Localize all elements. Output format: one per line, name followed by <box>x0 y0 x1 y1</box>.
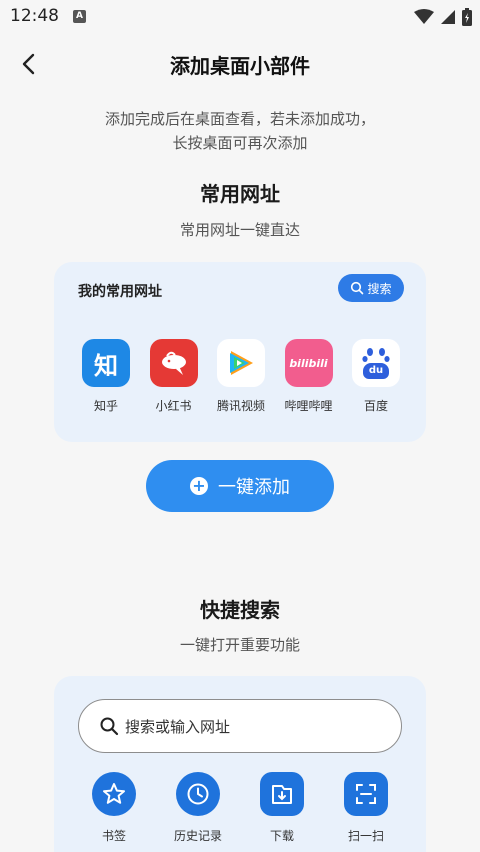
quick-tool-list: 书签 历史记录 下载 扫一扫 <box>84 772 396 844</box>
tool-label: 扫一扫 <box>347 829 384 843</box>
tencent-video-icon <box>217 339 265 387</box>
wifi-icon <box>414 9 434 24</box>
tool-label: 书签 <box>101 829 126 843</box>
tool-scan[interactable]: 扫一扫 <box>336 772 396 844</box>
tool-label: 历史记录 <box>173 829 222 843</box>
app-shortcut-tencent-video[interactable]: 腾讯视频 <box>211 339 271 414</box>
status-bar: 12:48 A <box>0 0 480 34</box>
section-subtitle-quick-search: 一键打开重要功能 <box>179 636 300 654</box>
baidu-icon: du <box>352 339 400 387</box>
signal-icon <box>441 10 455 24</box>
add-widget-button[interactable]: + 一键添加 <box>146 460 334 512</box>
status-time: 12:48 <box>10 6 59 26</box>
tool-download[interactable]: 下载 <box>252 772 312 844</box>
search-icon <box>100 717 119 736</box>
app-shortcut-baidu[interactable]: du 百度 <box>346 339 406 414</box>
app-label: 腾讯视频 <box>216 399 265 413</box>
app-label: 小红书 <box>155 399 192 413</box>
plus-circle-icon: + <box>190 477 208 495</box>
bilibili-icon: bilibili <box>284 339 333 387</box>
section-title-frequent-sites: 常用网址 <box>200 182 280 206</box>
tool-bookmarks[interactable]: 书签 <box>84 772 144 844</box>
tool-history[interactable]: 历史记录 <box>168 772 228 844</box>
download-icon <box>260 772 304 816</box>
app-label: 哔哩哔哩 <box>284 399 333 413</box>
top-bar: 添加桌面小部件 <box>0 44 480 84</box>
clock-icon <box>176 772 220 816</box>
section-title-quick-search: 快捷搜索 <box>200 598 280 622</box>
xiaohongshu-icon <box>149 339 198 387</box>
widget-title: 我的常用网址 <box>78 284 162 300</box>
app-shortcut-xiaohongshu[interactable]: 小红书 <box>144 339 204 414</box>
zhihu-icon: 知 <box>82 339 130 387</box>
search-icon <box>351 281 364 295</box>
app-shortcut-list: 知 知乎 小红书 腾讯视频 bilibili 哔哩哔哩 du 百度 <box>76 339 406 414</box>
add-widget-label: 一键添加 <box>218 477 290 498</box>
page-title: 添加桌面小部件 <box>170 54 310 78</box>
status-icons <box>414 8 472 26</box>
tool-label: 下载 <box>269 829 294 843</box>
battery-icon <box>462 8 472 26</box>
notification-badge: A <box>73 10 86 23</box>
frequent-sites-widget-preview: 我的常用网址 搜索 知 知乎 小红书 腾讯视频 bilibili 哔哩哔哩 du… <box>54 262 426 442</box>
scan-icon <box>344 772 388 816</box>
search-placeholder: 搜索或输入网址 <box>125 717 231 736</box>
star-icon <box>92 772 136 816</box>
app-shortcut-zhihu[interactable]: 知 知乎 <box>76 339 136 414</box>
search-input[interactable]: 搜索或输入网址 <box>78 699 402 753</box>
app-label: 百度 <box>363 399 388 413</box>
widget-search-button[interactable]: 搜索 <box>338 274 404 302</box>
quick-search-widget-preview: 搜索或输入网址 书签 历史记录 下载 扫一扫 <box>54 676 426 852</box>
intro-line-2: 长按桌面可再次添加 <box>172 134 308 152</box>
section-subtitle-frequent-sites: 常用网址一键直达 <box>179 221 300 239</box>
app-label: 知乎 <box>93 399 118 413</box>
widget-search-label: 搜索 <box>367 281 392 296</box>
app-shortcut-bilibili[interactable]: bilibili 哔哩哔哩 <box>279 339 339 414</box>
intro-line-1: 添加完成后在桌面查看，若未添加成功， <box>104 110 375 128</box>
